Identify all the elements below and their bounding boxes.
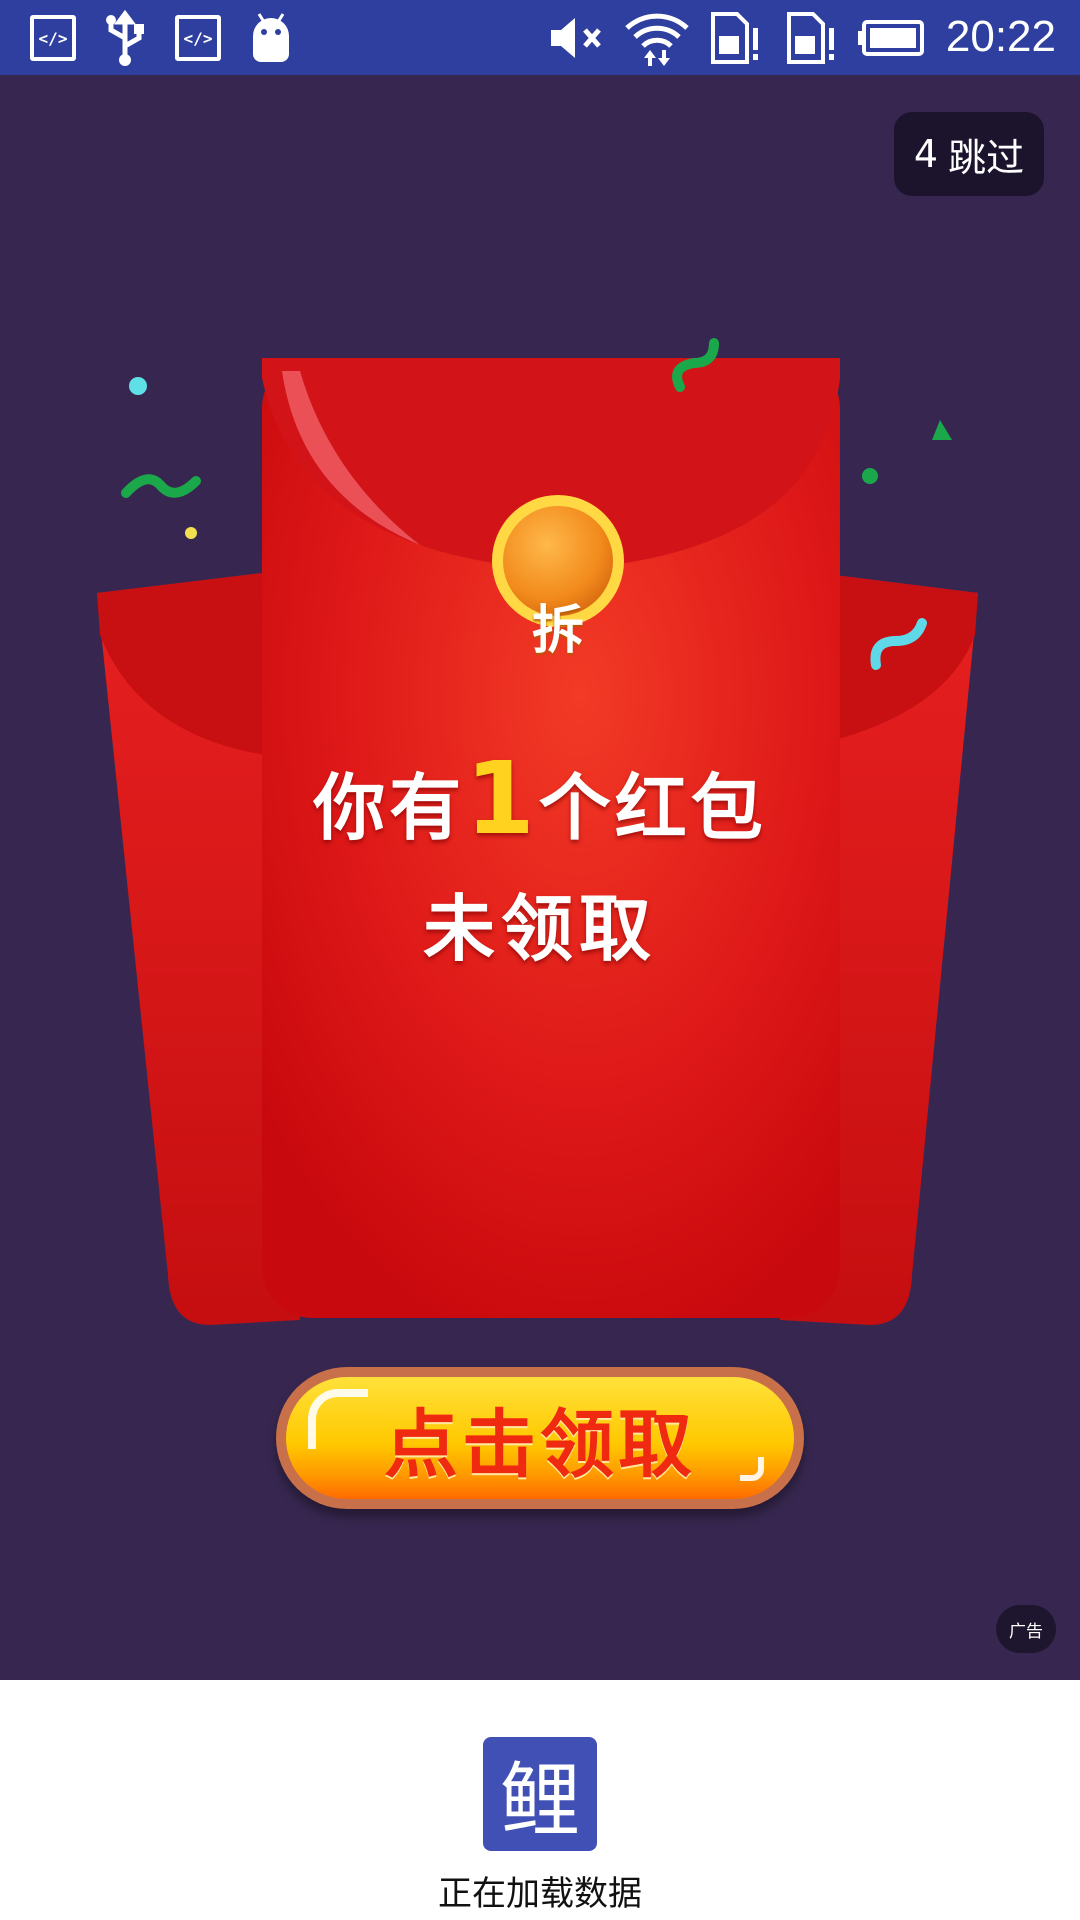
android-icon (246, 10, 296, 65)
envelope-title-line1: 你有1个红包 (313, 740, 767, 857)
envelope-title-line2: 未领取 (422, 887, 657, 971)
splash-ad[interactable]: 拆 你有1个红包 未领取 点击领取 4 跳过 广告 (0, 75, 1080, 1680)
skip-label: 跳过 (948, 135, 1025, 180)
button-gloss (308, 1389, 368, 1449)
ad-badge: 广告 (996, 1605, 1056, 1653)
skip-button[interactable]: 4 跳过 (894, 112, 1044, 196)
skip-countdown: 4 (913, 132, 939, 176)
code-icon: </> (175, 15, 221, 61)
loading-text: 正在加载数据 (438, 1874, 642, 1914)
sim-alert-icon (706, 10, 762, 65)
sim-alert-icon (782, 10, 838, 65)
usb-icon (100, 9, 150, 66)
mute-icon (546, 10, 608, 65)
open-coin-label: 拆 (531, 600, 584, 661)
app-logo: 鲤 (483, 1737, 597, 1851)
code-icon: </> (30, 15, 76, 61)
clock: 20:22 (945, 12, 1056, 61)
claim-button[interactable]: 点击领取 (276, 1367, 804, 1509)
wifi-icon (624, 10, 690, 66)
battery-icon (856, 10, 926, 65)
status-bar: </> </> 20:22 (0, 0, 1080, 75)
button-gloss (740, 1457, 764, 1481)
claim-button-label: 点击领取 (384, 1401, 696, 1488)
